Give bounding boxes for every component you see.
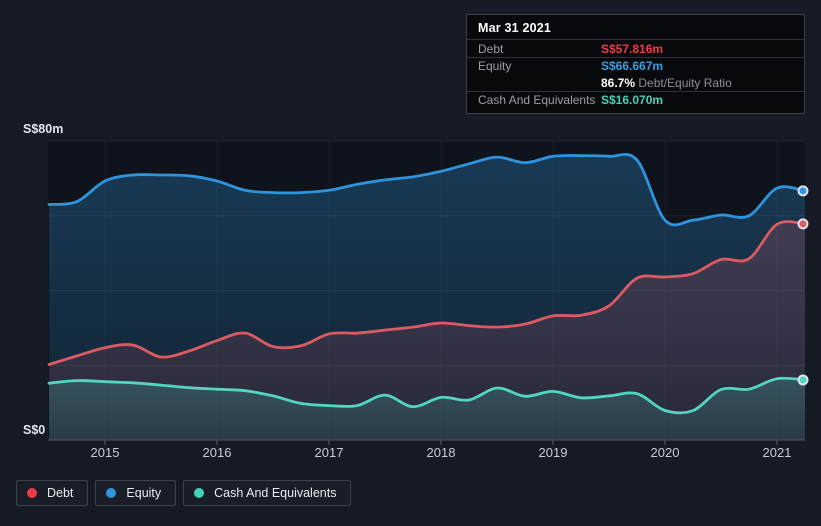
tooltip-row-debt: Debt S$57.816m [467, 40, 804, 57]
legend-cash-label: Cash And Equivalents [214, 486, 337, 500]
x-tick-label-2015: 2015 [91, 445, 120, 460]
equity-endpoint-dot [797, 185, 809, 197]
tooltip-equity-value: S$66.667m [601, 59, 664, 73]
cash-and-equivalents-endpoint-dot [797, 374, 809, 386]
x-tick-label-2018: 2018 [427, 445, 456, 460]
debt-endpoint-dot [797, 218, 809, 230]
tooltip-cash-label: Cash And Equivalents [478, 93, 596, 107]
legend-equity-label: Equity [126, 486, 162, 500]
tooltip-debt-value: S$57.816m [601, 41, 664, 56]
tooltip-debt-label: Debt [478, 41, 504, 56]
legend-item-cash[interactable]: Cash And Equivalents [183, 480, 352, 506]
tooltip-row-cash: Cash And Equivalents S$16.070m [467, 91, 804, 108]
legend-item-equity[interactable]: Equity [95, 480, 177, 506]
debt-series-dot-icon [27, 488, 37, 498]
x-tick-label-2020: 2020 [651, 445, 680, 460]
x-tick-label-2019: 2019 [539, 445, 568, 460]
page: { "tooltip": { "date": "Mar 31 2021", "r… [0, 0, 821, 526]
chart-tooltip: Mar 31 2021 Debt S$57.816m Equity S$66.6… [466, 14, 805, 114]
legend-item-debt[interactable]: Debt [16, 480, 89, 506]
tooltip-cash-value: S$16.070m [601, 93, 664, 107]
x-tick-label-2016: 2016 [203, 445, 232, 460]
tooltip-date: Mar 31 2021 [467, 15, 804, 40]
y-axis-min-label: S$0 [23, 423, 45, 437]
legend-debt-label: Debt [47, 486, 74, 500]
chart-legend: Debt Equity Cash And Equivalents [16, 480, 352, 506]
x-tick-label-2017: 2017 [315, 445, 344, 460]
tooltip-equity-label: Equity [478, 59, 512, 73]
tooltip-row-equity: Equity S$66.667m [467, 57, 804, 74]
y-axis-max-label: S$80m [23, 122, 63, 136]
tooltip-row-ratio: 86.7% Debt/Equity Ratio [467, 74, 804, 91]
equity-series-dot-icon [106, 488, 117, 498]
cash-series-dot-icon [194, 488, 205, 498]
x-tick-label-2021: 2021 [763, 445, 792, 460]
tooltip-ratio-value: 86.7% Debt/Equity Ratio [601, 75, 732, 90]
